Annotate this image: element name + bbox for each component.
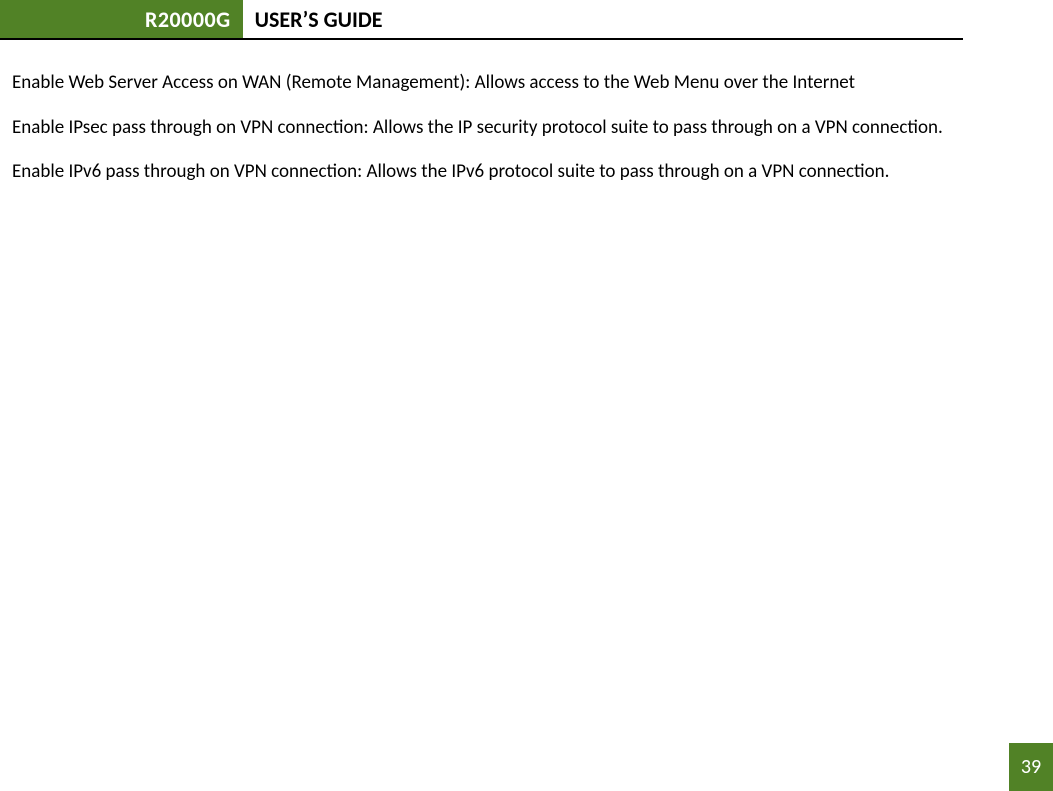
document-header: R20000G USER’S GUIDE <box>0 0 963 40</box>
paragraph: Enable Web Server Access on WAN (Remote … <box>12 70 963 97</box>
paragraph: Enable IPv6 pass through on VPN connecti… <box>12 159 963 186</box>
paragraph: Enable IPsec pass through on VPN connect… <box>12 115 963 142</box>
document-content: Enable Web Server Access on WAN (Remote … <box>0 40 1053 234</box>
model-badge: R20000G <box>0 0 243 38</box>
document-title: USER’S GUIDE <box>243 0 383 38</box>
page-number: 39 <box>1009 743 1053 791</box>
